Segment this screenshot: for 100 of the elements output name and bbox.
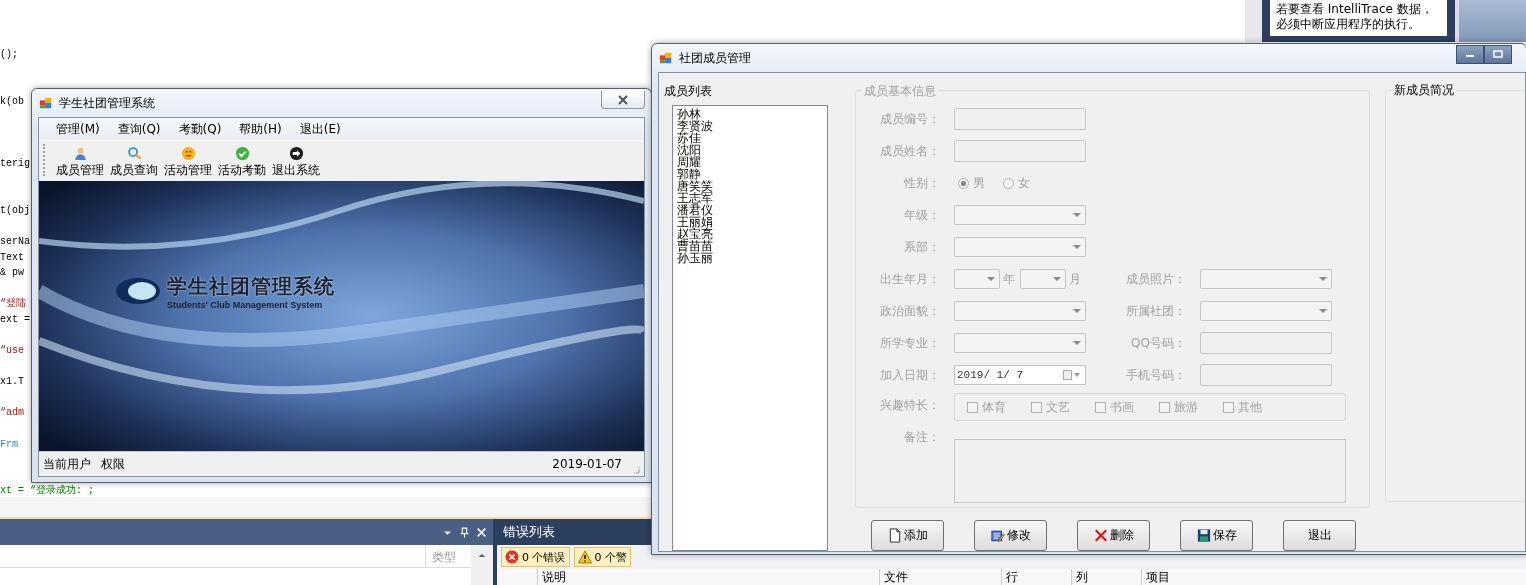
caret-icon (1073, 341, 1081, 345)
menu-item[interactable]: 考勤(Q) (169, 120, 231, 138)
option-label: 旅游 (1174, 398, 1198, 416)
menu-item[interactable]: 查询(Q) (108, 120, 170, 138)
code-line: t(obj (0, 203, 30, 218)
column-header[interactable]: 项目 (1141, 569, 1251, 585)
list-item[interactable]: 沈阳 (677, 144, 823, 156)
field-label: 性别： (903, 174, 940, 192)
pin-icon[interactable] (459, 526, 470, 538)
toolbar-button[interactable]: 退出系统 (269, 146, 323, 179)
checkmark-icon (234, 146, 250, 161)
option-label: 书画 (1110, 398, 1134, 416)
column-header[interactable]: 列 (1071, 569, 1141, 585)
scrollbar[interactable] (1245, 0, 1262, 42)
status-user: 当前用户 (43, 455, 91, 473)
action-button[interactable]: 保存 (1180, 520, 1253, 551)
code-line: Frm (0, 437, 18, 452)
option-label: 女 (1018, 174, 1030, 192)
code-line: ext = (0, 312, 30, 327)
toolbar-button[interactable]: 成员管理 (53, 146, 107, 179)
unit-label: 年 (1003, 270, 1015, 288)
status-role: 权限 (101, 455, 125, 473)
code-line: “登陆 (0, 296, 26, 312)
group-title: 成员列表 (664, 83, 713, 100)
group-title: 成员基本信息 (862, 83, 938, 100)
app-icon (659, 51, 673, 65)
code-line: “adm (0, 406, 24, 421)
action-button[interactable]: 添加 (871, 520, 944, 551)
column-header[interactable]: 行 (1001, 569, 1071, 585)
banner-title: 学生社团管理系统 (167, 272, 335, 300)
list-item[interactable]: 孙林 (677, 108, 823, 120)
filter-button[interactable]: 0 个警 (573, 547, 631, 567)
field-label: 兴趣特长： (879, 397, 940, 414)
smiley-icon (180, 146, 196, 161)
close-icon[interactable] (476, 526, 487, 538)
field-label: QQ号码： (1130, 334, 1186, 352)
code-line: terig (0, 156, 30, 171)
action-button[interactable]: 修改 (974, 520, 1047, 551)
scroll-up-icon[interactable] (478, 553, 486, 558)
code-line: & pw (0, 266, 24, 281)
window-title: 社团成员管理 (679, 49, 751, 67)
caret-icon (987, 277, 995, 281)
error-icon (505, 550, 519, 564)
list-item[interactable]: 苏佳 (677, 132, 823, 144)
group-title: 新成员简况 (1392, 82, 1456, 99)
toolbar-button[interactable]: 活动管理 (161, 146, 215, 179)
column-header[interactable]: 文件 (879, 569, 1001, 585)
toolbar-button[interactable]: 成员查询 (107, 146, 161, 179)
unit-label: 月 (1069, 270, 1081, 288)
maximize-button[interactable] (1484, 44, 1512, 64)
action-button[interactable]: 退出 (1283, 520, 1356, 551)
field-label: 所学专业： (879, 334, 940, 352)
resize-grip-icon[interactable] (632, 466, 640, 474)
caret-icon (1073, 245, 1081, 249)
list-item[interactable]: 孙玉丽 (677, 252, 823, 264)
caret-icon (1073, 309, 1081, 313)
field-label: 手机号码： (1125, 366, 1186, 384)
warning-icon (577, 550, 592, 564)
close-button[interactable] (601, 91, 645, 109)
code-line: xt = “登录成功: ; (0, 483, 94, 499)
search-icon (126, 146, 142, 161)
member-list[interactable]: 孙林 李贤波 苏佳 沈阳 周耀 郭静 唐笑笑 王志军 潘君仪 王丽娟 赵宝亮 曹苗苗 孙玉丽 (672, 105, 828, 551)
app-icon (39, 96, 53, 110)
list-item[interactable]: 李贤波 (677, 120, 823, 132)
menu-item[interactable]: 管理(M) (47, 120, 109, 138)
notepad-pencil-icon (990, 528, 1005, 543)
panel-title: 错误列表 (503, 523, 555, 541)
field-label: 成员照片： (1125, 270, 1186, 288)
field-label: 成员姓名： (879, 142, 940, 160)
tooltip-text: 若要查看 IntelliTrace 数据， (1276, 2, 1434, 17)
list-item[interactable]: 周耀 (677, 156, 823, 168)
close-icon (617, 94, 629, 105)
menu-item[interactable]: 退出(E) (290, 120, 350, 138)
code-line: (); (0, 47, 18, 62)
column-header[interactable]: 说明 (537, 569, 879, 585)
list-item[interactable]: 王志军 (677, 192, 823, 204)
window-frame (1455, 0, 1526, 42)
caret-icon (1319, 277, 1327, 281)
code-line: “use (0, 344, 24, 359)
list-item[interactable]: 唐笑笑 (677, 180, 823, 192)
field-label: 备注： (903, 429, 940, 446)
list-item[interactable]: 郭静 (677, 168, 823, 180)
list-item[interactable]: 赵宝亮 (677, 228, 823, 240)
filter-button[interactable]: 0 个错误 (501, 547, 570, 567)
toolbar-button[interactable]: 活动考勤 (215, 146, 269, 179)
field-label: 年级： (903, 206, 940, 224)
action-button[interactable]: 删除 (1077, 520, 1150, 551)
field-label: 政治面貌： (879, 302, 940, 320)
code-line: serNa (0, 234, 30, 249)
window-title: 学生社团管理系统 (59, 94, 155, 112)
list-item[interactable]: 潘君仪 (677, 204, 823, 216)
minimize-button[interactable] (1456, 44, 1484, 64)
maximize-icon (1493, 50, 1503, 58)
caret-icon (1319, 309, 1327, 313)
code-line: x1.T (0, 375, 24, 390)
list-item[interactable]: 王丽娟 (677, 216, 823, 228)
menu-item[interactable]: 帮助(H) (230, 120, 291, 138)
list-item[interactable]: 曹苗苗 (677, 240, 823, 252)
field-label: 加入日期： (879, 366, 940, 384)
document-icon (887, 528, 902, 543)
